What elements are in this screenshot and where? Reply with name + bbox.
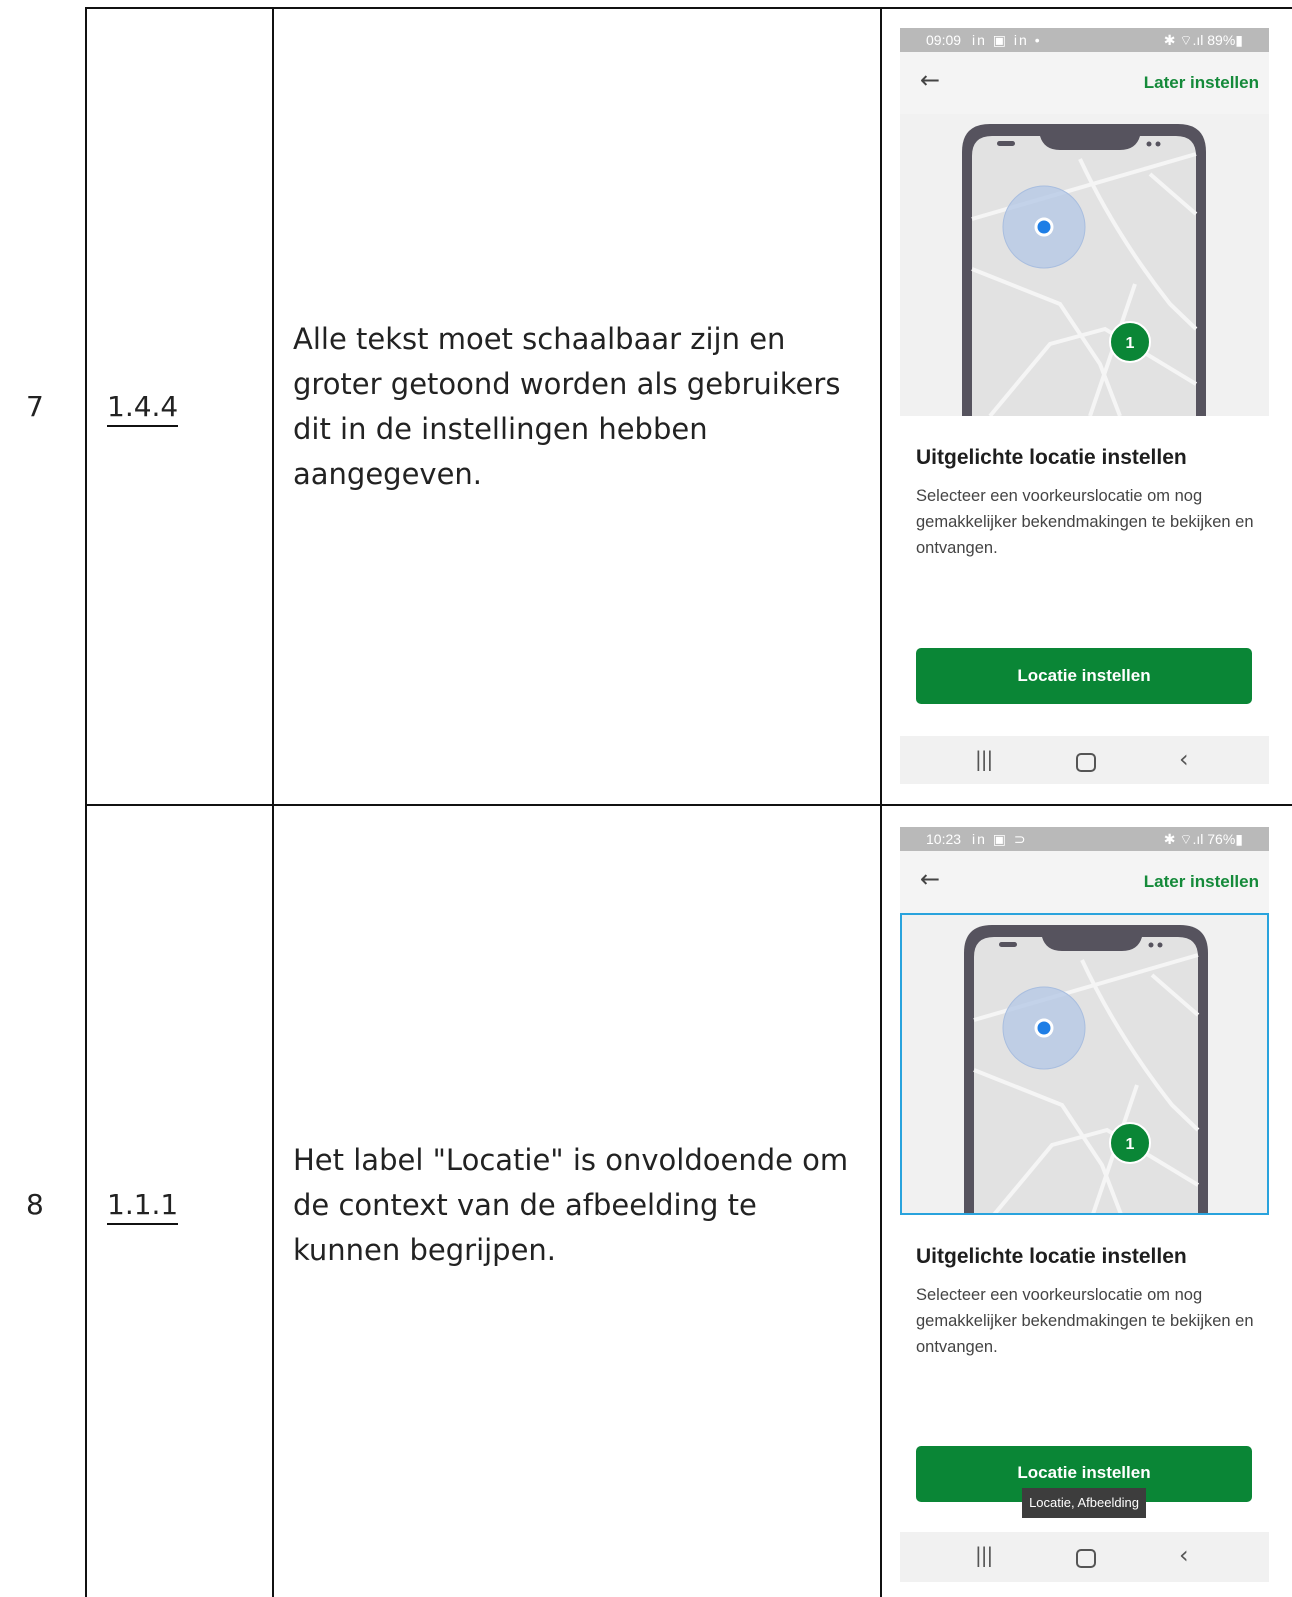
- chevron-left-icon[interactable]: ‹: [1179, 745, 1189, 773]
- card-description: Selecteer een voorkeurslocatie om nog ge…: [916, 1286, 1254, 1356]
- sensor-dot: [1148, 942, 1154, 948]
- sensor-dot: [1157, 942, 1163, 948]
- card-title: Uitgelichte locatie instellen: [916, 1245, 1187, 1268]
- finding-text: Het label "Locatie" is onvoldoende om de…: [293, 1143, 849, 1267]
- home-icon[interactable]: [1076, 1549, 1096, 1568]
- location-dot-icon: [1034, 1018, 1054, 1038]
- map-screen: [974, 937, 1198, 1213]
- location-dot-icon: [1034, 217, 1054, 237]
- map-pin-label: 1: [1126, 1136, 1135, 1153]
- table-row-divider: [85, 804, 1292, 806]
- criterion-link-label[interactable]: 1.4.4: [107, 390, 179, 427]
- system-status: ✱ ⌔.ıl 76%▮: [1163, 831, 1243, 847]
- accessibility-tooltip: Locatie, Afbeelding: [1022, 1488, 1146, 1518]
- table-border-top: [85, 7, 1292, 9]
- android-nav-bar: ||| ‹: [900, 1532, 1269, 1582]
- status-time: 09:09: [926, 32, 962, 48]
- app-header: ← Later instellen: [900, 851, 1269, 913]
- location-illustration: 1: [900, 114, 1269, 416]
- sensor-dot: [1155, 141, 1161, 147]
- map-pin-label: 1: [1126, 335, 1135, 352]
- later-instellen-link[interactable]: Later instellen: [1144, 73, 1259, 93]
- table-column-divider: [272, 7, 274, 1597]
- criterion-link[interactable]: 1.1.1: [107, 1188, 179, 1225]
- phone-map-illustration: 1: [964, 925, 1208, 1213]
- map-screen: [972, 136, 1196, 416]
- sensor-dot: [1146, 141, 1152, 147]
- app-screenshot: 10:23 in ▣ ⊃ ✱ ⌔.ıl 76%▮ ← Later instell…: [900, 827, 1269, 1597]
- card-title: Uitgelichte locatie instellen: [916, 446, 1187, 469]
- phone-map-illustration: 1: [962, 124, 1206, 416]
- finding-text: Alle tekst moet schaalbaar zijn en grote…: [293, 322, 841, 491]
- android-nav-bar: ||| ‹: [900, 736, 1269, 784]
- app-screenshot: 09:09 in ▣ in • ✱ ⌔.ıl 89%▮ ← Later inst…: [900, 28, 1269, 784]
- card-description: Selecteer een voorkeurslocatie om nog ge…: [916, 487, 1254, 557]
- criterion-link-label[interactable]: 1.1.1: [107, 1188, 179, 1225]
- location-illustration-focused[interactable]: 1: [900, 913, 1269, 1215]
- app-header: ← Later instellen: [900, 52, 1269, 114]
- status-bar: 10:23 in ▣ ⊃ ✱ ⌔.ıl 76%▮: [900, 827, 1269, 851]
- recent-apps-icon[interactable]: |||: [975, 747, 993, 771]
- home-icon[interactable]: [1076, 753, 1096, 772]
- later-instellen-link[interactable]: Later instellen: [1144, 872, 1259, 892]
- camera-notch-left: [997, 141, 1015, 146]
- system-status: ✱ ⌔.ıl 89%▮: [1163, 32, 1243, 48]
- recent-apps-icon[interactable]: |||: [975, 1543, 993, 1567]
- camera-notch-left: [999, 942, 1017, 947]
- status-time: 10:23: [926, 831, 962, 847]
- arrow-left-icon[interactable]: ←: [920, 66, 940, 94]
- row-number: 7: [26, 390, 44, 423]
- arrow-left-icon[interactable]: ←: [920, 865, 940, 893]
- table-column-divider: [880, 7, 882, 1597]
- locatie-instellen-button[interactable]: Locatie instellen: [916, 648, 1252, 704]
- table-border-left: [85, 7, 87, 1597]
- chevron-left-icon[interactable]: ‹: [1179, 1541, 1189, 1569]
- row-number: 8: [26, 1188, 44, 1221]
- notification-icons: in ▣ in •: [972, 32, 1042, 48]
- audit-table: 7 1.4.4 Alle tekst moet schaalbaar zijn …: [0, 0, 1292, 1597]
- criterion-link[interactable]: 1.4.4: [107, 390, 179, 427]
- status-bar: 09:09 in ▣ in • ✱ ⌔.ıl 89%▮: [900, 28, 1269, 52]
- notification-icons: in ▣ ⊃: [972, 831, 1028, 847]
